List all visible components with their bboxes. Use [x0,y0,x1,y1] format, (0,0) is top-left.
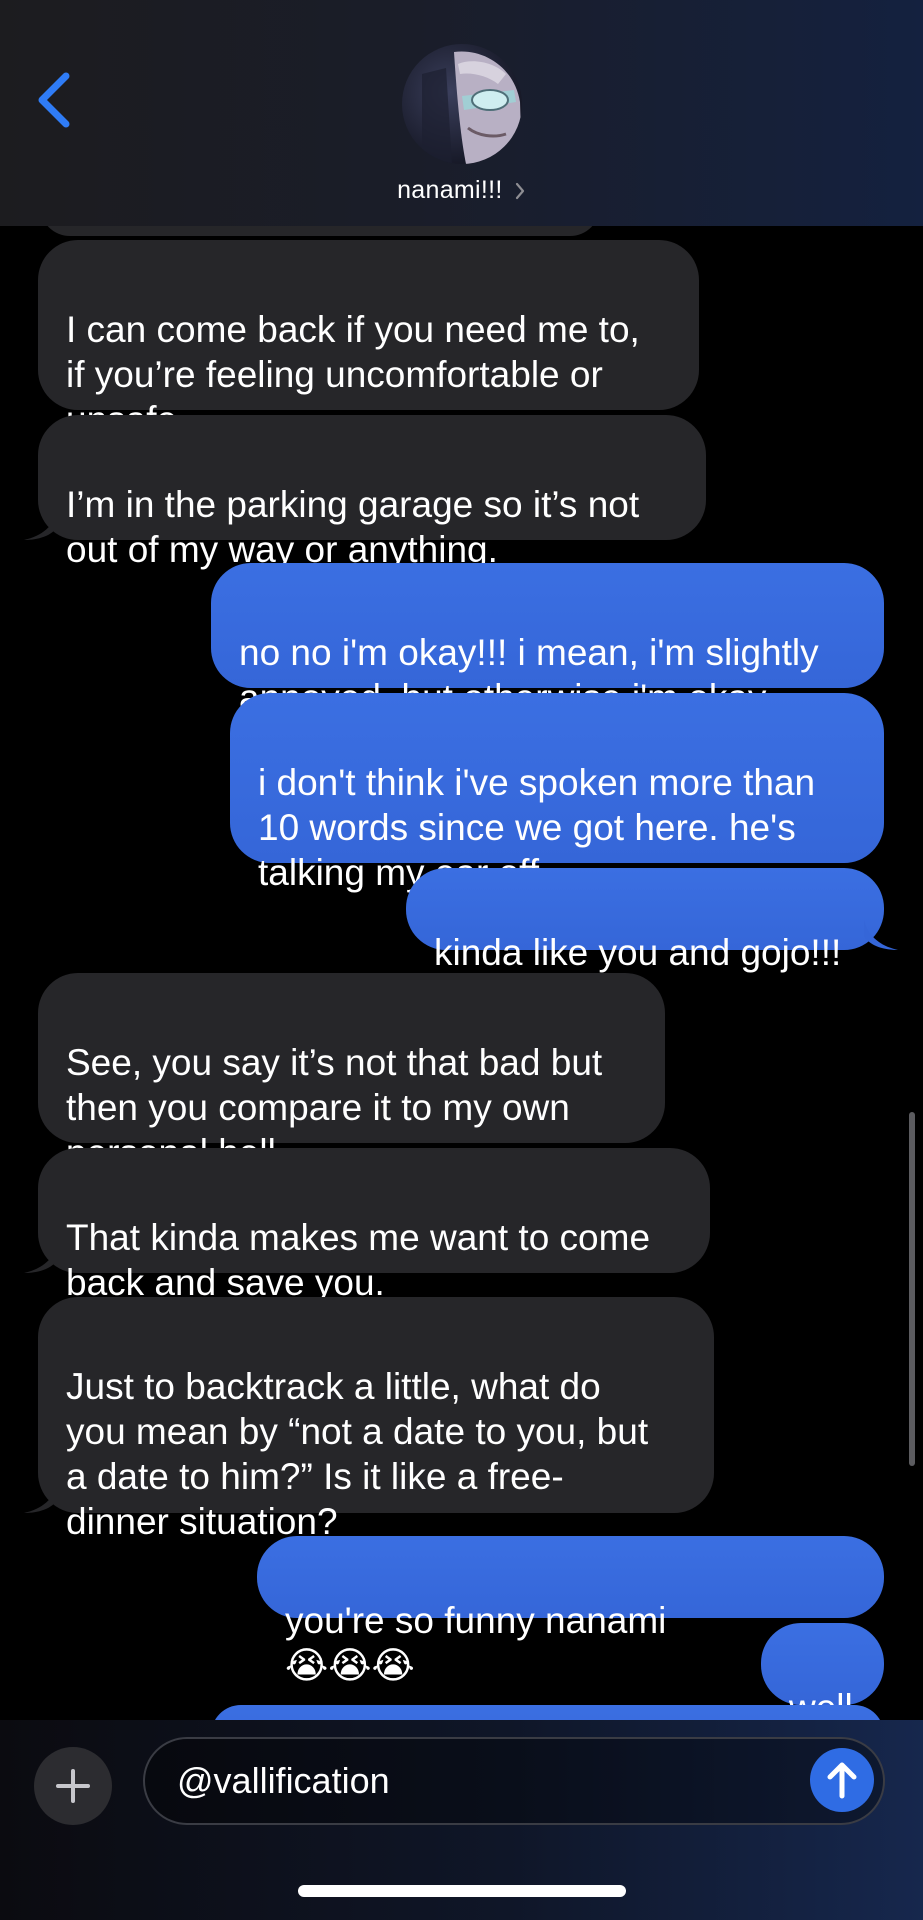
message-input-value: @vallification [177,1760,390,1801]
message-bubble-received[interactable]: Just to backtrack a little, what do you … [38,1297,714,1542]
contact-name: nanami!!! [397,176,503,204]
message-text: kinda like you and gojo!!! [434,932,842,973]
message-text: That kinda makes me want to come back an… [66,1217,651,1303]
message-thread[interactable]: I can come back if you need me to, if yo… [0,0,923,1765]
bubble-tail [24,510,58,540]
crying-emoji: 😭😭😭 [285,1644,415,1687]
conversation-header: nanami!!! [0,0,923,226]
plus-icon [56,1769,90,1803]
message-bubble-sent[interactable]: you're so funny nanami 😭😭😭 [257,1536,884,1687]
contact-name-button[interactable]: nanami!!! [0,176,923,205]
avatar[interactable] [402,44,522,164]
message-bubble-received[interactable]: That kinda makes me want to come back an… [38,1148,710,1303]
message-bubble-sent[interactable]: no no i'm okay!!! i mean, i'm slightly a… [211,563,884,764]
messages-screen: I can come back if you need me to, if yo… [0,0,923,1920]
message-bubble-sent[interactable]: kinda like you and gojo!!! [406,868,884,973]
avatar-image [402,44,522,164]
message-bubble-received[interactable]: See, you say it’s not that bad but then … [38,973,665,1173]
scroll-indicator[interactable] [909,1112,915,1466]
message-text: Just to backtrack a little, what do you … [66,1366,649,1542]
add-attachment-button[interactable] [34,1747,112,1825]
arrow-up-icon [827,1762,857,1799]
message-bubble-received[interactable]: I’m in the parking garage so it’s not ou… [38,415,706,570]
message-text: you're so funny nanami [285,1600,667,1641]
bubble-tail [24,1243,58,1273]
chevron-right-icon [515,183,524,200]
message-input[interactable]: @vallification [143,1737,885,1825]
bubble-tail [864,920,898,950]
message-bubble-sent[interactable]: well [761,1623,884,1728]
message-bubble-sent[interactable]: i don't think i've spoken more than 10 w… [230,693,884,893]
home-indicator[interactable] [298,1885,626,1897]
message-text: I’m in the parking garage so it’s not ou… [66,484,640,570]
chevron-left-icon[interactable] [30,70,80,130]
bubble-tail [24,1483,58,1513]
message-bubble-received[interactable]: I can come back if you need me to, if yo… [38,240,699,440]
send-button[interactable] [810,1748,874,1812]
